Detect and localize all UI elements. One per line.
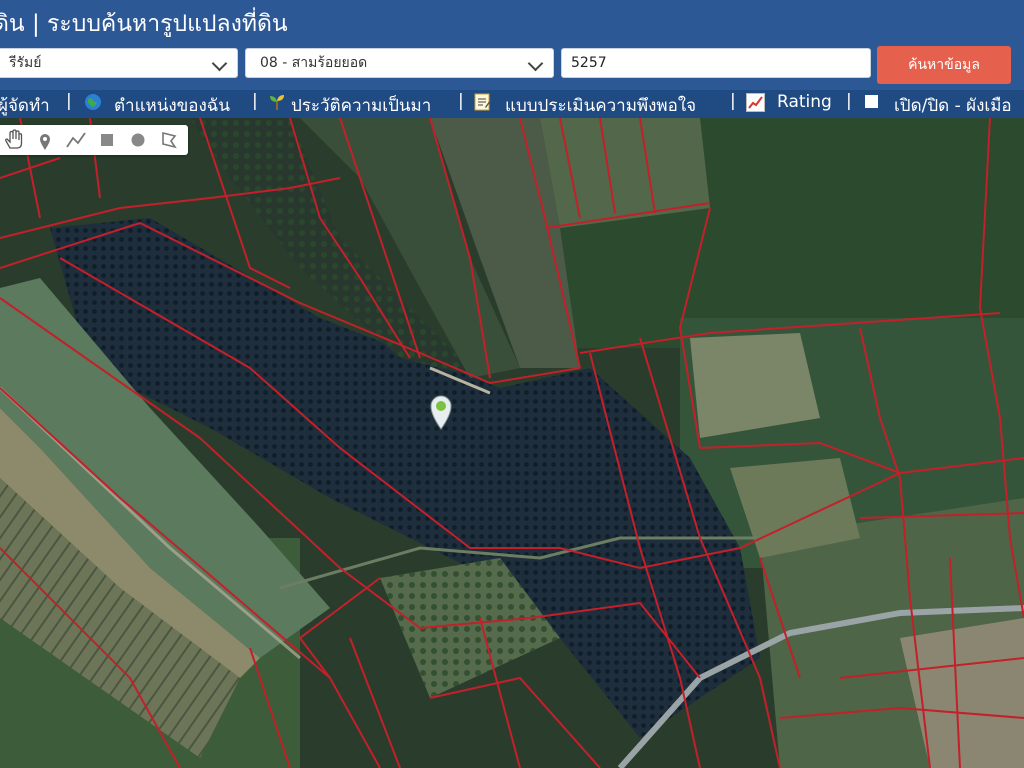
province-select-value: รีรัมย์ — [9, 55, 42, 71]
search-button[interactable]: ค้นหาข้อมูล — [877, 46, 1011, 84]
polyline-icon[interactable] — [64, 128, 88, 152]
district-select-value: 08 - สามร้อยยอด — [260, 55, 368, 71]
hand-icon[interactable] — [2, 128, 26, 152]
menu-separator: | — [66, 91, 72, 111]
menu-item-satisfaction-survey[interactable]: แบบประเมินความพึงพอใจ — [505, 92, 696, 118]
chart-icon — [746, 93, 765, 117]
parcel-number-input[interactable]: 5257 — [561, 48, 871, 78]
menu-bar: ผู้จัดทำ | ตำแหน่งของฉัน | ประวัติความเป… — [0, 90, 1024, 118]
page-title: ดิน | ระบบค้นหารูปแปลงที่ดิน — [0, 11, 288, 37]
district-select[interactable]: 08 - สามร้อยยอด — [245, 48, 554, 78]
menu-item-author[interactable]: ผู้จัดทำ — [0, 92, 50, 118]
circle-icon[interactable] — [126, 128, 150, 152]
checkbox-icon[interactable] — [865, 95, 878, 108]
satellite-map[interactable] — [0, 118, 1024, 768]
map-canvas[interactable] — [0, 118, 1024, 768]
menu-separator: | — [730, 91, 736, 111]
search-bar: รีรัมย์ 08 - สามร้อยยอด 5257 ค้นหาข้อมูล — [0, 46, 1024, 90]
chevron-down-icon — [211, 55, 228, 72]
province-select[interactable]: รีรัมย์ — [0, 48, 238, 78]
app-header: ดิน | ระบบค้นหารูปแปลงที่ดิน — [0, 0, 1024, 48]
menu-item-my-location[interactable]: ตำแหน่งของฉัน — [114, 92, 230, 118]
draw-toolbar — [0, 125, 188, 155]
globe-icon — [84, 93, 102, 116]
notepad-icon — [472, 92, 492, 117]
menu-item-rating[interactable]: Rating — [777, 92, 832, 112]
marker-icon[interactable] — [33, 128, 57, 152]
sprout-icon — [268, 93, 286, 116]
menu-separator: | — [252, 91, 258, 111]
menu-item-history[interactable]: ประวัติความเป็นมา — [291, 92, 431, 118]
eraser-icon[interactable] — [157, 128, 181, 152]
chevron-down-icon — [527, 55, 544, 72]
rectangle-icon[interactable] — [95, 128, 119, 152]
menu-item-toggle-city-plan[interactable]: เปิด/ปิด - ผังเมือ — [894, 92, 1012, 118]
menu-separator: | — [846, 91, 852, 111]
menu-separator: | — [458, 91, 464, 111]
